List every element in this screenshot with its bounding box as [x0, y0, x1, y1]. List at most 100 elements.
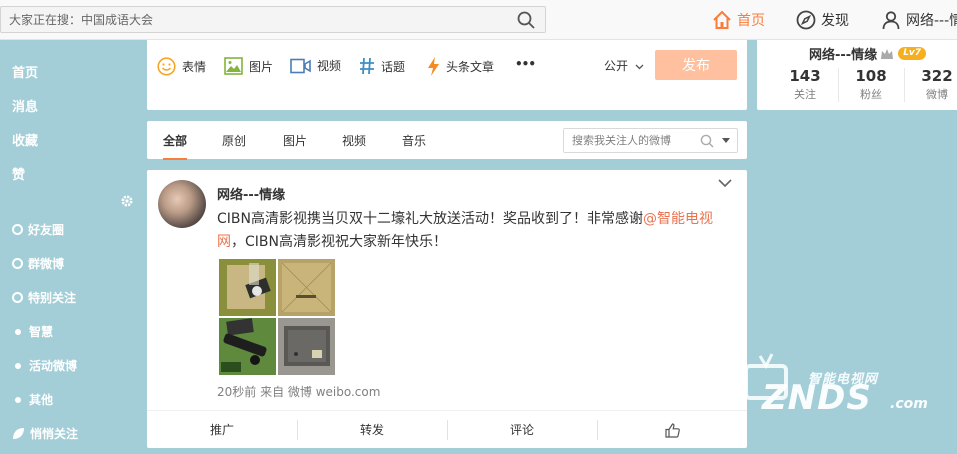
profile-name[interactable]: 网络---情缘 Lv7 — [809, 44, 927, 63]
tab-videos[interactable]: 视频 — [342, 132, 366, 149]
sidebar-group-secret[interactable]: 悄悄关注 — [12, 425, 78, 442]
feed-search[interactable] — [563, 128, 738, 153]
user-icon — [882, 11, 900, 30]
privacy-select[interactable]: 公开 — [604, 57, 644, 74]
stat-number: 322 — [921, 67, 953, 85]
privacy-label: 公开 — [604, 59, 629, 73]
stat-number: 108 — [855, 67, 887, 85]
post-text-before: CIBN高清影视携当贝双十二壕礼大放送活动！奖品收到了！非常感谢 — [217, 211, 643, 227]
profile-name-text: 网络---情缘 — [809, 48, 878, 63]
image-tool[interactable]: 图片 — [224, 57, 273, 75]
feed-search-input[interactable] — [564, 129, 694, 152]
sidebar-group-label: 特别关注 — [28, 291, 77, 305]
avatar[interactable] — [158, 180, 206, 228]
sidebar-group-label: 好友圈 — [28, 223, 65, 237]
eye-icon — [12, 292, 23, 303]
sidebar-group-zhihui[interactable]: 智慧 — [12, 323, 53, 340]
post-meta: 20秒前 来自 微博 weibo.com — [217, 385, 381, 399]
feed-tabs: 全部 原创 图片 视频 音乐 — [147, 121, 747, 160]
hashtag-icon — [360, 57, 374, 75]
article-tool[interactable]: 头条文章 — [427, 57, 494, 76]
smiley-icon — [157, 57, 176, 76]
video-icon — [290, 58, 311, 73]
sidebar-item-home[interactable]: 首页 — [12, 62, 38, 81]
stat-label: 粉丝 — [860, 88, 882, 101]
topic-tool-label: 话题 — [381, 59, 406, 74]
sidebar-group-other[interactable]: 其他 — [12, 391, 53, 408]
thumbs-up-icon — [664, 423, 680, 438]
video-tool-label: 视频 — [317, 59, 342, 73]
sidebar-group-activity[interactable]: 活动微博 — [12, 357, 77, 374]
nav-discover[interactable]: 发现 — [796, 9, 849, 31]
tab-images[interactable]: 图片 — [283, 132, 307, 149]
dot-icon — [15, 396, 21, 403]
emoji-tool[interactable]: 表情 — [157, 57, 206, 76]
like-button[interactable] — [597, 411, 747, 449]
dot-icon — [15, 328, 21, 335]
leaf-icon — [13, 428, 24, 439]
stat-following[interactable]: 143 关注 — [772, 67, 838, 102]
search-icon[interactable] — [517, 11, 535, 29]
znds-watermark: 智能电视网 ZNDS .com — [742, 352, 954, 422]
sidebar-group-friends[interactable]: 好友圈 — [12, 221, 64, 238]
dropdown-caret-icon[interactable] — [722, 138, 730, 143]
comment-button[interactable]: 评论 — [447, 411, 597, 449]
post-text: CIBN高清影视携当贝双十二壕礼大放送活动！奖品收到了！非常感谢@智能电视网，C… — [217, 208, 717, 254]
sidebar-group-label: 悄悄关注 — [30, 427, 79, 441]
sidebar-group-label: 其他 — [29, 393, 54, 407]
heart-circle-icon — [12, 224, 23, 235]
box-top-photo — [278, 259, 335, 316]
profile-card: 网络---情缘 Lv7 143 关注 108 粉丝 322 微博 — [757, 40, 957, 110]
sidebar-item-messages[interactable]: 消息 — [12, 96, 38, 115]
stat-posts[interactable]: 322 微博 — [904, 67, 957, 102]
tab-music[interactable]: 音乐 — [402, 132, 426, 149]
video-tool[interactable]: 视频 — [290, 57, 341, 74]
post-image[interactable] — [219, 318, 276, 375]
post-author[interactable]: 网络---情缘 — [217, 184, 285, 203]
top-bar: 首页 发现 网络---情 — [0, 0, 957, 40]
watermark-main: ZNDS — [762, 378, 872, 418]
gear-icon[interactable] — [120, 194, 134, 208]
device-photo — [278, 318, 335, 375]
stat-label: 微博 — [926, 88, 948, 101]
topic-tool[interactable]: 话题 — [359, 57, 405, 75]
sidebar-group-label: 智慧 — [29, 325, 54, 339]
post-image[interactable] — [278, 259, 335, 316]
post-actions: 推广 转发 评论 — [147, 410, 747, 448]
global-search[interactable] — [0, 6, 546, 33]
more-button[interactable]: ••• — [515, 57, 536, 71]
sidebar-group-group-weibo[interactable]: 群微博 — [12, 255, 64, 272]
search-icon[interactable] — [700, 134, 714, 148]
stat-followers[interactable]: 108 粉丝 — [838, 67, 904, 102]
group-icon — [12, 258, 23, 269]
sidebar-group-label: 群微博 — [28, 257, 65, 271]
sidebar-group-label: 活动微博 — [29, 359, 78, 373]
feed-post: 网络---情缘 CIBN高清影视携当贝双十二壕礼大放送活动！奖品收到了！非常感谢… — [147, 170, 747, 448]
nav-user[interactable]: 网络---情 — [881, 9, 957, 31]
sidebar-item-likes[interactable]: 赞 — [12, 164, 25, 183]
remote-photo — [219, 318, 276, 375]
nav-home[interactable]: 首页 — [712, 9, 765, 31]
promote-button[interactable]: 推广 — [147, 411, 297, 449]
publish-button[interactable]: 发布 — [655, 50, 737, 80]
tab-all[interactable]: 全部 — [163, 132, 188, 160]
home-icon — [713, 10, 731, 29]
sidebar-item-favorites[interactable]: 收藏 — [12, 130, 38, 149]
sidebar-group-special[interactable]: 特别关注 — [12, 289, 76, 306]
box-photo — [219, 259, 276, 316]
emoji-tool-label: 表情 — [182, 60, 207, 74]
chevron-down-icon — [635, 64, 644, 70]
tab-original[interactable]: 原创 — [222, 132, 246, 149]
level-badge[interactable]: Lv7 — [898, 47, 927, 60]
nav-discover-label: 发现 — [821, 13, 849, 29]
stat-label: 关注 — [794, 88, 816, 101]
chevron-down-icon[interactable] — [717, 178, 733, 188]
repost-button[interactable]: 转发 — [297, 411, 447, 449]
post-image[interactable] — [219, 259, 276, 316]
lightning-icon — [428, 57, 439, 76]
post-image[interactable] — [278, 318, 335, 375]
image-tool-label: 图片 — [249, 59, 274, 74]
nav-home-label: 首页 — [737, 13, 765, 29]
dot-icon — [15, 362, 21, 369]
search-input[interactable] — [1, 7, 501, 32]
